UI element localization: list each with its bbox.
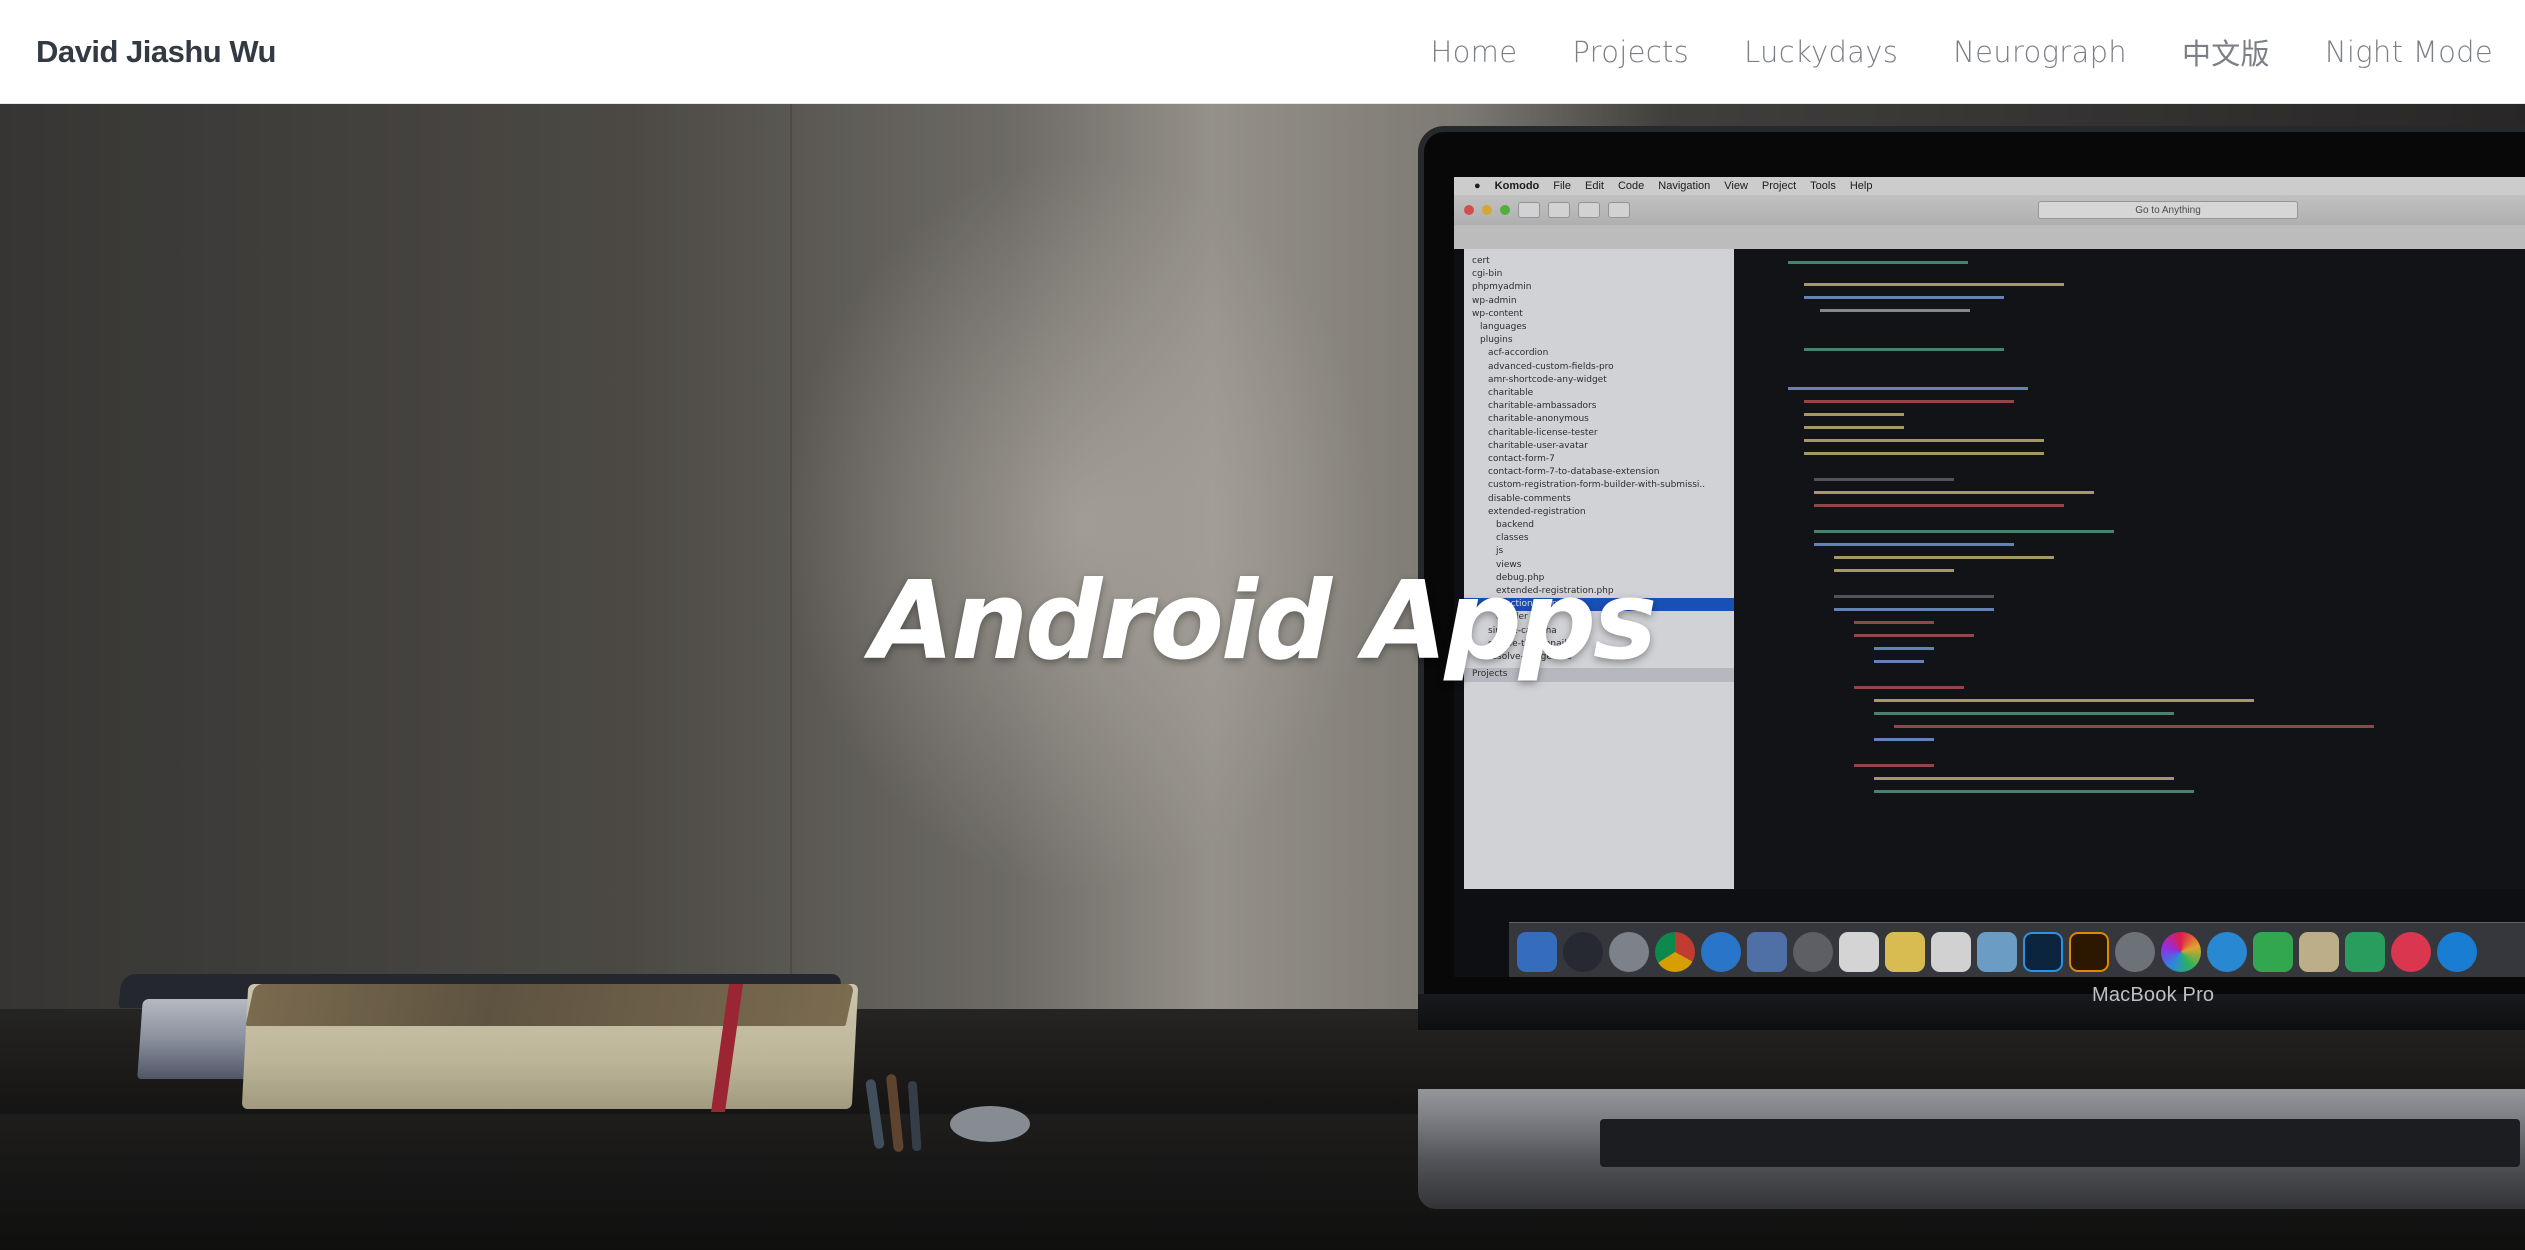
- nav-luckydays-link[interactable]: Luckydays: [1744, 35, 1898, 69]
- night-mode-toggle[interactable]: Night Mode: [2325, 35, 2493, 69]
- nav-links: Home Projects Luckydays Neurograph 中文版 N…: [1376, 31, 2494, 73]
- hero-banner: ● Komodo File Edit Code Navigation View …: [0, 104, 2525, 1250]
- nav-home-link[interactable]: Home: [1431, 35, 1518, 69]
- nav-projects-link[interactable]: Projects: [1572, 35, 1689, 69]
- hero-title: Android Apps: [870, 559, 1658, 684]
- nav-neurograph-link[interactable]: Neurograph: [1953, 35, 2127, 69]
- nav-chinese-version-link[interactable]: 中文版: [2182, 31, 2270, 73]
- brand-link[interactable]: David Jiashu Wu: [36, 34, 277, 70]
- navbar: David Jiashu Wu Home Projects Luckydays …: [0, 0, 2525, 104]
